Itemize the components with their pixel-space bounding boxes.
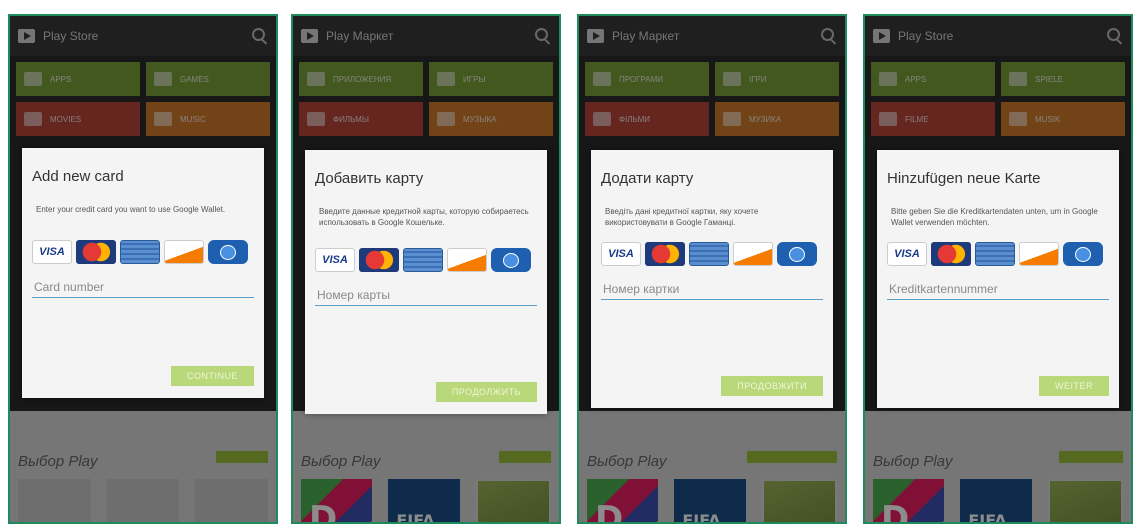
amex-logo — [120, 240, 160, 264]
dialog-message: Enter your credit card you want to use G… — [36, 205, 226, 214]
discover-logo — [733, 242, 773, 266]
mastercard-logo — [931, 242, 971, 266]
amex-logo — [975, 242, 1015, 266]
continue-button[interactable]: ПРОДОЛЖИТЬ — [435, 382, 537, 402]
card-number-input[interactable]: Kreditkartennummer — [887, 278, 1109, 300]
amex-logo — [403, 248, 443, 272]
phone-screen-german: Play Store APPS SPIELE FILME MUSIK Выбор… — [863, 14, 1133, 524]
diners-logo — [1063, 242, 1103, 266]
continue-button[interactable]: ПРОДОВЖИТИ — [721, 376, 823, 396]
visa-logo: VISA — [887, 242, 927, 266]
add-card-dialog: Hinzufügen neue Karte Bitte geben Sie di… — [877, 150, 1119, 408]
diners-logo — [208, 240, 248, 264]
dialog-title: Add new card — [32, 168, 124, 185]
card-logos: VISA — [32, 240, 248, 264]
phone-screen-russian: Play Маркет ПРИЛОЖЕНИЯ ИГРЫ ФИЛЬМЫ МУЗЫК… — [291, 14, 561, 524]
diners-logo — [491, 248, 531, 272]
card-number-input[interactable]: Card number — [32, 276, 254, 298]
card-number-input[interactable]: Номер картки — [601, 278, 823, 300]
phone-screen-ukrainian: Play Маркет ПРОГРАМИ ІГРИ ФІЛЬМИ МУЗИКА … — [577, 14, 847, 524]
card-number-input[interactable]: Номер карты — [315, 284, 537, 306]
dialog-message: Введите данные кредитной карты, которую … — [319, 207, 529, 227]
continue-button[interactable]: CONTINUE — [171, 366, 254, 386]
add-card-dialog: Додати карту Введіть дані кредитної карт… — [591, 150, 833, 408]
amex-logo — [689, 242, 729, 266]
visa-logo: VISA — [32, 240, 72, 264]
dialog-title: Додати карту — [601, 170, 694, 187]
card-logos: VISA — [601, 242, 817, 266]
dialog-title: Hinzufügen neue Karte — [887, 170, 1041, 187]
mastercard-logo — [359, 248, 399, 272]
mastercard-logo — [645, 242, 685, 266]
discover-logo — [1019, 242, 1059, 266]
mastercard-logo — [76, 240, 116, 264]
dialog-message: Bitte geben Sie die Kreditkartendaten un… — [891, 207, 1098, 227]
card-logos: VISA — [315, 248, 531, 272]
add-card-dialog: Add new card Enter your credit card you … — [22, 148, 264, 398]
continue-button[interactable]: WEITER — [1039, 376, 1109, 396]
add-card-dialog: Добавить карту Введите данные кредитной … — [305, 150, 547, 414]
discover-logo — [164, 240, 204, 264]
dialog-message: Введіть дані кредитної картки, яку хочет… — [605, 207, 759, 227]
diners-logo — [777, 242, 817, 266]
discover-logo — [447, 248, 487, 272]
visa-logo: VISA — [601, 242, 641, 266]
phone-screen-english: Play Store APPS GAMES MOVIES MUSIC Выбор… — [8, 14, 278, 524]
dialog-title: Добавить карту — [315, 170, 424, 187]
visa-logo: VISA — [315, 248, 355, 272]
card-logos: VISA — [887, 242, 1103, 266]
